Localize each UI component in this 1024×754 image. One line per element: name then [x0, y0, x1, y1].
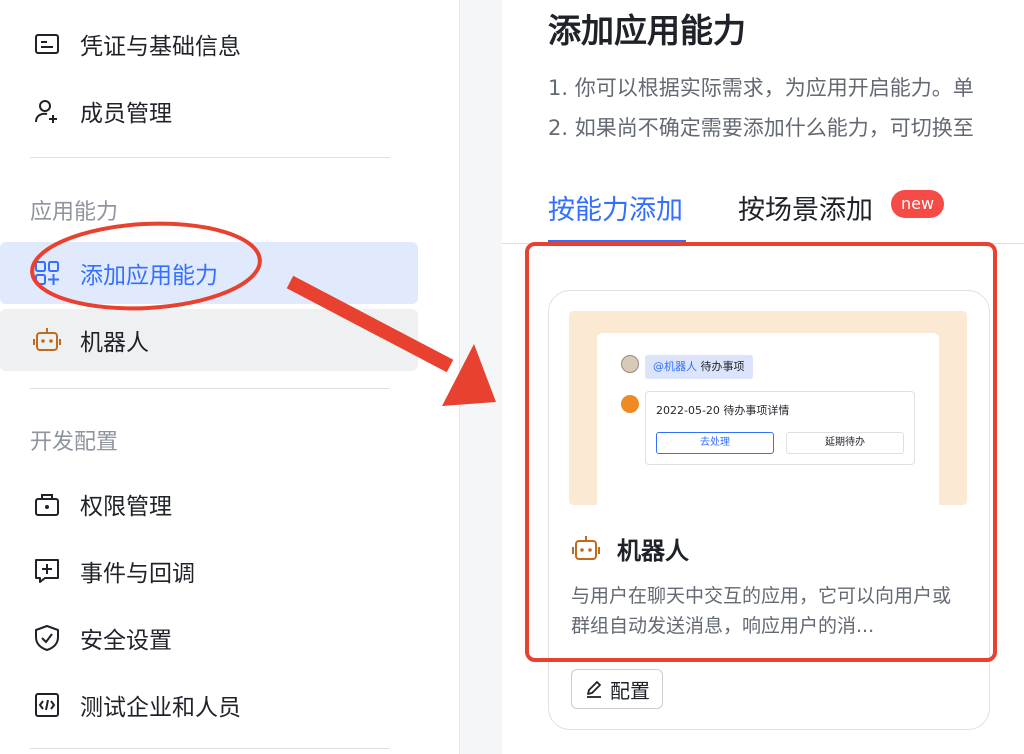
config-button-label: 配置 — [610, 678, 650, 703]
preview-handle-button: 去处理 — [656, 432, 774, 454]
sidebar-item-credentials[interactable]: 凭证与基础信息 — [0, 13, 418, 75]
sidebar-item-label: 安全设置 — [80, 628, 172, 654]
sidebar-item-label: 测试企业和人员 — [80, 695, 241, 721]
mention-message: @机器人 待办事项 — [645, 355, 753, 379]
sidebar-item-robot[interactable]: 机器人 — [0, 309, 418, 371]
card-description: 与用户在聊天中交互的应用，它可以向用户或群组自动发送消息，响应用户的消... — [571, 585, 952, 637]
main-content: 添加应用能力 1. 你可以根据实际需求，为应用开启能力。单 2. 如果尚不确定需… — [502, 0, 1024, 754]
divider — [30, 388, 390, 389]
divider — [30, 157, 390, 158]
content-gutter — [460, 0, 502, 754]
card-title-text: 机器人 — [617, 537, 689, 565]
preview-chat: @机器人 待办事项 2022-05-20 待办事项详情 去处理 延期待办 — [597, 333, 939, 505]
card-preview: @机器人 待办事项 2022-05-20 待办事项详情 去处理 延期待办 — [569, 311, 967, 505]
sidebar-item-label: 机器人 — [80, 330, 149, 356]
add-member-icon — [32, 96, 62, 126]
sidebar-item-permissions[interactable]: 权限管理 — [0, 473, 418, 535]
preview-postpone-button: 延期待办 — [786, 432, 904, 454]
message-card-title: 2022-05-20 待办事项详情 — [656, 404, 790, 417]
new-badge: new — [891, 190, 945, 218]
mention-tag: @机器人 — [653, 360, 697, 373]
card-title: 机器人 — [571, 531, 689, 566]
group-label-dev-config: 开发配置 — [30, 430, 119, 455]
sidebar-item-members[interactable]: 成员管理 — [0, 80, 418, 142]
sidebar-item-label: 成员管理 — [80, 101, 172, 127]
edit-icon — [584, 679, 604, 699]
tab-by-scenario[interactable]: 按场景添加 — [738, 188, 873, 227]
avatar — [621, 355, 639, 373]
sidebar-item-test-org[interactable]: 测试企业和人员 — [0, 674, 418, 736]
code-box-icon — [32, 690, 62, 720]
sidebar: 凭证与基础信息 成员管理 应用能力 添加应用能力 机器人 开发配置 权限管理 事… — [0, 0, 460, 754]
description-line-2: 2. 如果尚不确定需要添加什么能力，可切换至 — [548, 116, 974, 140]
description-line-1: 1. 你可以根据实际需求，为应用开启能力。单 — [548, 76, 974, 100]
mention-text: 待办事项 — [700, 360, 745, 373]
divider — [30, 748, 390, 749]
config-button[interactable]: 配置 — [571, 669, 663, 709]
group-label-capabilities: 应用能力 — [30, 200, 119, 225]
shield-icon — [32, 623, 62, 653]
sidebar-item-label: 权限管理 — [80, 494, 172, 520]
sidebar-item-label: 凭证与基础信息 — [80, 34, 241, 60]
robot-icon — [571, 535, 603, 563]
robot-avatar-icon — [621, 395, 639, 413]
sidebar-item-security[interactable]: 安全设置 — [0, 607, 418, 669]
message-card: 2022-05-20 待办事项详情 去处理 延期待办 — [645, 391, 915, 465]
id-card-icon — [32, 29, 62, 59]
sidebar-item-label: 事件与回调 — [80, 561, 195, 587]
add-apps-icon — [32, 258, 62, 288]
sidebar-item-add-capability[interactable]: 添加应用能力 — [0, 242, 418, 304]
lock-briefcase-icon — [32, 489, 62, 519]
page-title: 添加应用能力 — [548, 11, 746, 50]
sidebar-item-label: 添加应用能力 — [80, 263, 218, 289]
active-tab-indicator — [548, 240, 686, 243]
sidebar-item-events[interactable]: 事件与回调 — [0, 540, 418, 602]
robot-capability-card[interactable]: @机器人 待办事项 2022-05-20 待办事项详情 去处理 延期待办 机器人… — [548, 290, 990, 730]
event-plus-icon — [32, 556, 62, 586]
robot-icon — [32, 325, 62, 355]
tab-by-capability[interactable]: 按能力添加 — [548, 188, 683, 227]
tabs-divider — [502, 243, 1024, 244]
